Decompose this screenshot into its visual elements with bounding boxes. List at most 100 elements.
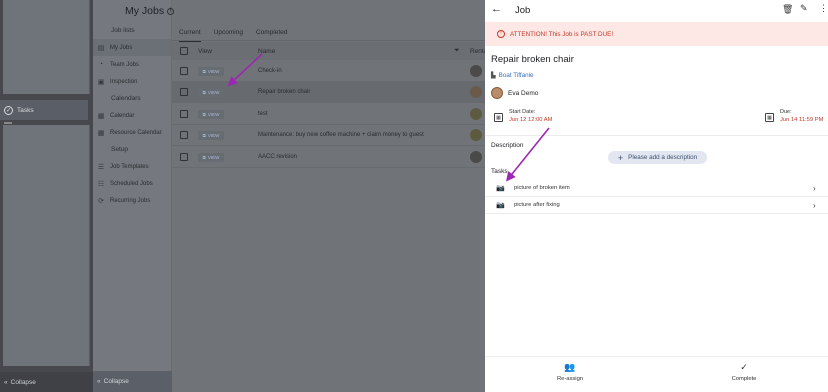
bottom-action-bar: 👥 Re-assign ✓ Complete — [485, 356, 828, 392]
tab-upcoming[interactable]: Upcoming — [214, 24, 243, 41]
table-row[interactable]: ⧉ VIEW Maintenance: buy new coffee machin… — [172, 125, 485, 146]
description-heading: Description — [491, 142, 524, 149]
row-checkbox[interactable] — [180, 67, 188, 75]
recurring-icon: ⟳ — [98, 197, 104, 205]
nav-item-job-templates[interactable]: ☰ Job Templates — [93, 158, 171, 175]
avatar — [470, 108, 482, 120]
camera-icon: 📷 — [496, 185, 505, 192]
job-title: Repair broken chair — [491, 54, 574, 65]
pencil-icon[interactable]: ✎ — [800, 3, 808, 14]
nav-item-label: Resource Calendar — [110, 129, 162, 136]
inspection-icon: ▣ — [97, 78, 105, 86]
divider — [4, 122, 12, 124]
nav-item-my-jobs[interactable]: ▤ My Jobs — [93, 39, 171, 56]
external-link-icon: ⧉ — [202, 89, 206, 95]
calendar-icon: ▦ — [97, 129, 105, 137]
start-date-value: Jun 12 12:00 AM — [509, 117, 553, 123]
nav-item-label: Scheduled Jobs — [110, 180, 153, 187]
back-arrow-icon[interactable]: ← — [491, 3, 502, 15]
view-button[interactable]: ⧉ VIEW — [198, 87, 224, 97]
assignee: Eva Demo — [491, 87, 538, 99]
schedule-icon: ☷ — [97, 180, 105, 188]
plus-icon: + — [617, 152, 624, 163]
add-description-label: Please add a description — [628, 154, 698, 161]
nav-item-inspection[interactable]: ▣ Inspection — [93, 73, 171, 90]
divider — [485, 135, 828, 136]
view-button-label: VIEW — [207, 154, 220, 160]
row-name: Maintenance: buy new coffee machine + cl… — [258, 132, 424, 138]
view-button[interactable]: ⧉ VIEW — [198, 66, 224, 76]
start-date-label: Start Date: — [509, 109, 536, 115]
nav-item-label: Recurring Jobs — [110, 197, 151, 204]
double-chevron-left-icon: « — [4, 378, 8, 386]
page-title-text: My Jobs — [125, 5, 165, 17]
checkmark-icon: ✓ — [740, 362, 748, 372]
tab-completed[interactable]: Completed — [256, 24, 287, 41]
row-name: AACC revision — [258, 154, 298, 160]
task-label: picture of broken item — [514, 185, 570, 191]
row-checkbox[interactable] — [180, 131, 188, 139]
view-button[interactable]: ⧉ VIEW — [198, 130, 224, 140]
template-icon: ☰ — [97, 163, 105, 171]
rail-collapse-button[interactable]: « Collapse — [0, 372, 93, 392]
rail-panel — [3, 125, 90, 366]
column-header-name[interactable]: Name — [258, 48, 275, 55]
nav-item-label: Inspection — [110, 78, 138, 85]
nav-item-resource-calendar[interactable]: ▦ Resource Calendar — [93, 124, 171, 141]
nav-item-label: Team Jobs — [110, 61, 140, 68]
select-all-checkbox[interactable] — [180, 47, 188, 55]
nav-item-team-jobs[interactable]: ◔ Team Jobs — [93, 56, 171, 73]
double-chevron-left-icon: « — [97, 378, 101, 385]
nav-item-label: My Jobs — [110, 44, 133, 51]
chevron-right-icon: › — [813, 200, 816, 210]
building-icon: ▙ — [491, 73, 496, 79]
due-date-value: Jun 14 11:59 PM — [780, 117, 824, 123]
assignee-name: Eva Demo — [508, 89, 539, 97]
view-button-label: VIEW — [207, 68, 220, 74]
view-button-label: VIEW — [207, 111, 220, 117]
table-row[interactable]: ⧉ VIEW test — [172, 104, 485, 125]
table-row[interactable]: ⧉ VIEW AACC revision — [172, 147, 485, 168]
info-icon[interactable]: i — [167, 7, 175, 15]
calendar-icon: ▦ — [494, 113, 503, 122]
nav-item-label: Calendar — [110, 112, 135, 119]
team-icon: ◔ — [98, 61, 104, 68]
camera-icon: 📷 — [496, 202, 505, 209]
row-checkbox[interactable] — [180, 88, 188, 96]
external-link-icon: ⧉ — [202, 132, 206, 138]
task-item[interactable]: 📷 picture after fixing › — [485, 197, 828, 214]
filter-icon[interactable]: ⏷ — [454, 47, 460, 55]
location-text: Boat Tiffanie — [498, 72, 534, 79]
task-label: picture after fixing — [514, 202, 560, 208]
list-icon: ▤ — [97, 44, 105, 52]
nav-collapse-button[interactable]: « Collapse — [93, 371, 172, 392]
external-link-icon: ⧉ — [202, 68, 206, 74]
location-link[interactable]: ▙ Boat Tiffanie — [491, 72, 534, 79]
nav-item-calendar[interactable]: ▦ Calendar — [93, 107, 171, 124]
nav-item-recurring-jobs[interactable]: ⟳ Recurring Jobs — [93, 192, 171, 209]
row-checkbox[interactable] — [180, 153, 188, 161]
avatar — [470, 151, 482, 163]
column-header-view: View — [198, 47, 212, 55]
view-button[interactable]: ⧉ VIEW — [198, 152, 224, 162]
due-date[interactable]: ▦ Due: Jun 14 11:59 PM — [765, 109, 823, 123]
table-row[interactable]: ⧉ VIEW Repair broken chair — [172, 82, 485, 103]
task-item[interactable]: 📷 picture of broken item › — [485, 180, 828, 197]
check-circle-icon: ✓ — [4, 105, 13, 115]
nav-item-scheduled-jobs[interactable]: ☷ Scheduled Jobs — [93, 175, 171, 192]
add-description-button[interactable]: + Please add a description — [608, 151, 707, 164]
reassign-button[interactable]: 👥 Re-assign — [530, 362, 610, 382]
nav-section-calendars: Calendars — [111, 95, 141, 102]
view-button-label: VIEW — [207, 89, 220, 95]
view-button[interactable]: ⧉ VIEW — [198, 109, 224, 119]
complete-button[interactable]: ✓ Complete — [704, 362, 784, 382]
trash-icon[interactable]: 🗑 — [782, 4, 793, 15]
row-checkbox[interactable] — [180, 110, 188, 118]
table-row[interactable]: ⧉ VIEW Check-in — [172, 61, 485, 82]
job-detail-pane: ← Job 🗑 ✎ ⋮ ! ATTENTION! This Job is PAS… — [485, 0, 828, 392]
start-date[interactable]: ▦ Start Date: Jun 12 12:00 AM — [494, 109, 553, 123]
rail-item-tasks[interactable]: ✓ Tasks — [0, 100, 88, 120]
tab-current[interactable]: Current — [179, 24, 201, 42]
detail-title: Job — [515, 5, 531, 16]
more-vert-icon[interactable]: ⋮ — [819, 3, 828, 14]
